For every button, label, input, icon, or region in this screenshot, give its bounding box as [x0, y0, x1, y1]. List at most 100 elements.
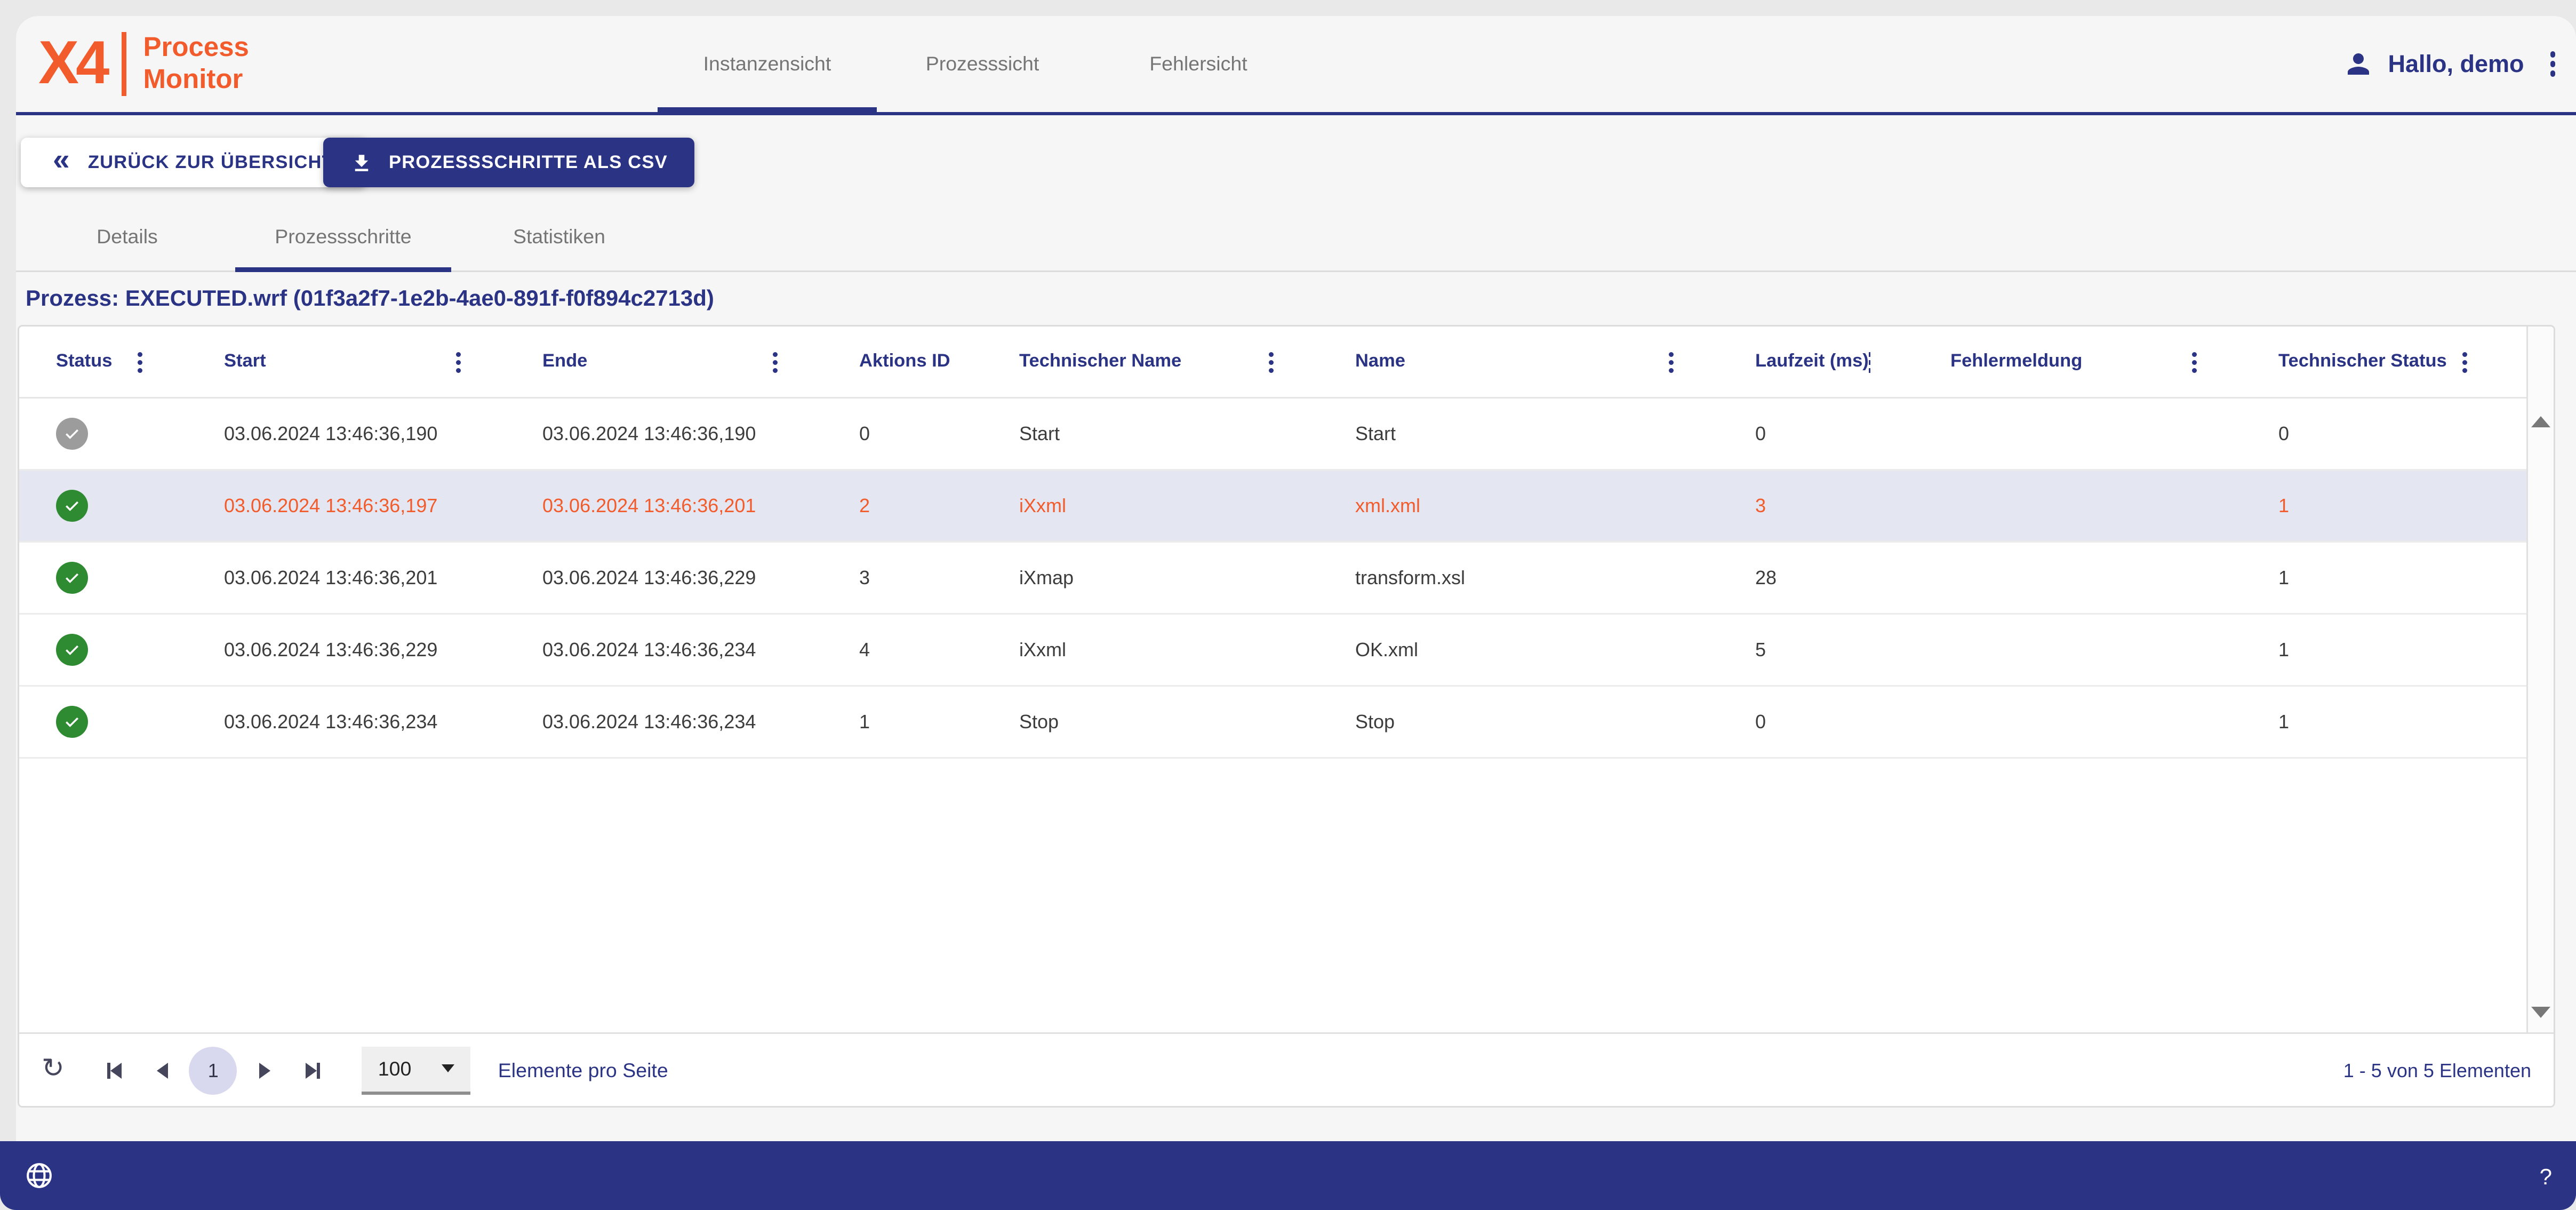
cell-laufzeit: 0	[1734, 423, 1930, 445]
cell-technischer-status: 1	[2258, 639, 2528, 661]
tab-details[interactable]: Details	[19, 200, 235, 272]
tab-prozessschritte[interactable]: Prozessschritte	[235, 200, 451, 272]
column-header-start: Start	[203, 327, 522, 397]
status-check-icon	[56, 706, 88, 738]
scroll-down-icon[interactable]	[2531, 1007, 2550, 1018]
cell-name: Start	[1334, 423, 1734, 445]
cell-name: xml.xml	[1334, 495, 1734, 517]
page-size-label: Elemente pro Seite	[498, 1059, 668, 1081]
table-row[interactable]: 03.06.2024 13:46:36,229 03.06.2024 13:46…	[19, 615, 2554, 687]
cell-technischer-name: Start	[998, 423, 1334, 445]
column-header-technischer-name: Technischer Name	[998, 327, 1334, 397]
logo-line2: Monitor	[143, 64, 243, 94]
cell-technischer-name: Stop	[998, 711, 1334, 733]
csv-button-label: PROZESSSCHRITTE ALS CSV	[389, 153, 668, 172]
table-scrollbar[interactable]	[2526, 327, 2554, 1032]
refresh-icon[interactable]: ↻	[42, 1056, 65, 1084]
kebab-menu-icon[interactable]	[2550, 61, 2556, 67]
help-icon[interactable]: ?	[2540, 1163, 2552, 1189]
first-page-icon[interactable]	[90, 1046, 138, 1094]
column-label: Laufzeit (ms)	[1755, 352, 1869, 371]
back-to-overview-button[interactable]: « ZURÜCK ZUR ÜBERSICHT	[21, 138, 366, 187]
status-cell	[19, 418, 203, 450]
cell-start: 03.06.2024 13:46:36,201	[203, 567, 522, 589]
cell-name: Stop	[1334, 711, 1734, 733]
result-range-label: 1 - 5 von 5 Elementen	[2343, 1059, 2531, 1081]
download-icon	[350, 152, 373, 174]
table-row[interactable]: 03.06.2024 13:46:36,201 03.06.2024 13:46…	[19, 543, 2554, 615]
cell-technischer-status: 1	[2258, 495, 2528, 517]
cell-start: 03.06.2024 13:46:36,234	[203, 711, 522, 733]
cell-ende: 03.06.2024 13:46:36,190	[522, 423, 838, 445]
column-label: Fehlermeldung	[1950, 352, 2082, 371]
column-menu-icon[interactable]	[2462, 360, 2467, 364]
column-header-aktions-id: Aktions ID	[838, 327, 998, 397]
tab-fehlersicht[interactable]: Fehlersicht	[1088, 16, 1309, 112]
column-label: Status	[56, 352, 112, 371]
globe-icon[interactable]	[24, 1160, 54, 1191]
status-check-icon	[56, 490, 88, 522]
status-check-icon	[56, 562, 88, 594]
table-header-row: Status Start Ende Aktions ID Technischer Nam…	[19, 327, 2554, 399]
column-header-ende: Ende	[522, 327, 838, 397]
tab-prozesssicht[interactable]: Prozesssicht	[877, 16, 1088, 112]
app-logo: X4 Process Monitor	[38, 30, 249, 98]
tab-instanzensicht[interactable]: Instanzensicht	[658, 16, 877, 112]
sub-tab-label: Details	[97, 225, 158, 248]
column-menu-icon[interactable]	[456, 360, 461, 364]
logo-product-name: Process Monitor	[143, 32, 249, 96]
export-csv-button[interactable]: PROZESSSCHRITTE ALS CSV	[323, 138, 695, 187]
cell-name: OK.xml	[1334, 639, 1734, 661]
column-header-fehlermeldung: Fehlermeldung	[1930, 327, 2258, 397]
column-menu-icon[interactable]	[1269, 360, 1274, 364]
tab-statistiken[interactable]: Statistiken	[451, 200, 667, 272]
cell-ende: 03.06.2024 13:46:36,229	[522, 567, 838, 589]
table-row[interactable]: 03.06.2024 13:46:36,190 03.06.2024 13:46…	[19, 399, 2554, 471]
cell-laufzeit: 0	[1734, 711, 1930, 733]
status-cell	[19, 634, 203, 666]
status-check-icon	[56, 634, 88, 666]
dropdown-arrow-icon	[442, 1064, 455, 1072]
logo-line1: Process	[143, 32, 249, 62]
next-page-icon[interactable]	[241, 1046, 289, 1094]
cell-technischer-status: 1	[2258, 711, 2528, 733]
column-menu-icon[interactable]	[1669, 360, 1674, 364]
sub-tab-label: Statistiken	[513, 225, 605, 248]
user-menu[interactable]: Hallo, demo	[2343, 16, 2555, 112]
cell-start: 03.06.2024 13:46:36,190	[203, 423, 522, 445]
status-cell	[19, 706, 203, 738]
person-icon	[2343, 48, 2375, 80]
status-cell	[19, 490, 203, 522]
cell-aktions-id: 1	[838, 711, 998, 733]
cell-laufzeit: 28	[1734, 567, 1930, 589]
active-sub-tab-underline	[235, 267, 451, 272]
prev-page-icon[interactable]	[138, 1046, 186, 1094]
cell-technischer-status: 1	[2258, 567, 2528, 589]
table-row[interactable]: 03.06.2024 13:46:36,197 03.06.2024 13:46…	[19, 471, 2554, 543]
scroll-up-icon[interactable]	[2531, 416, 2550, 427]
app-footer: ?	[0, 1141, 2576, 1210]
x4-logo-mark: X4	[38, 30, 106, 98]
double-chevron-left-icon: «	[53, 145, 70, 176]
table-row[interactable]: 03.06.2024 13:46:36,234 03.06.2024 13:46…	[19, 687, 2554, 759]
page-size-select[interactable]: 100	[362, 1046, 471, 1094]
app-card: X4 Process Monitor Instanzensicht Prozes…	[16, 16, 2576, 1141]
app-root: X4 Process Monitor Instanzensicht Prozes…	[0, 0, 2576, 1210]
current-page-indicator[interactable]: 1	[189, 1046, 237, 1094]
column-menu-icon[interactable]	[773, 360, 778, 364]
column-menu-icon[interactable]	[2192, 360, 2197, 364]
tab-label: Instanzensicht	[703, 53, 831, 75]
cell-start: 03.06.2024 13:46:36,197	[203, 495, 522, 517]
logo-divider	[122, 32, 127, 96]
column-menu-icon[interactable]	[138, 360, 142, 364]
pagination-bar: ↻ 1 100 Elemente pro Seite 1 - 5 von 5 E…	[19, 1032, 2554, 1106]
column-label: Start	[224, 352, 266, 371]
user-greeting: Hallo, demo	[2388, 51, 2524, 78]
sub-tab-label: Prozessschritte	[275, 225, 411, 248]
page-title: Prozess: EXECUTED.wrf (01f3a2f7-1e2b-4ae…	[26, 285, 714, 311]
column-label: Aktions ID	[859, 352, 950, 371]
process-steps-table: Status Start Ende Aktions ID Technischer Nam…	[18, 325, 2555, 1108]
table-body: 03.06.2024 13:46:36,190 03.06.2024 13:46…	[19, 399, 2554, 759]
header-divider	[16, 112, 2576, 115]
last-page-icon[interactable]	[289, 1046, 337, 1094]
